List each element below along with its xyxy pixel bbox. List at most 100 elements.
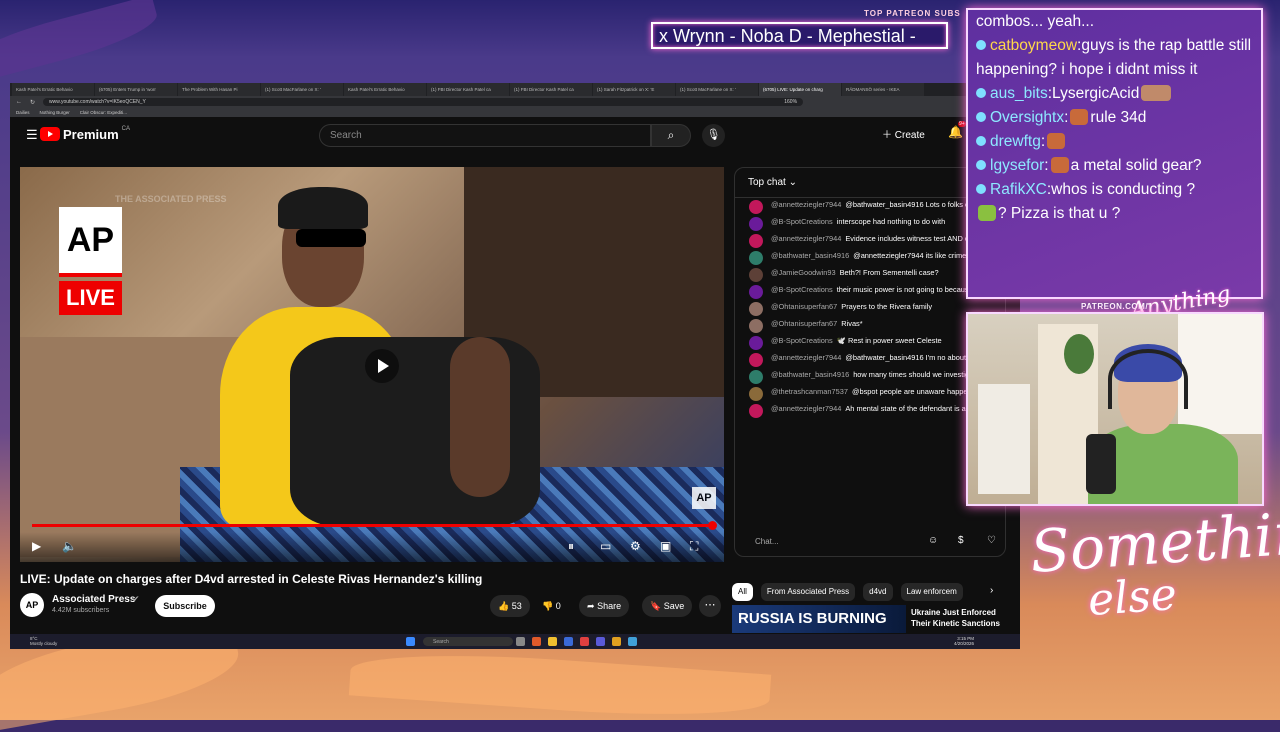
chat-text: Rivas* (841, 319, 863, 328)
chat-author[interactable]: @Ohtanisuperfan67 (771, 319, 837, 328)
reload-icon[interactable]: ↻ (30, 99, 35, 106)
chat-avatar[interactable] (749, 387, 763, 401)
create-button[interactable]: ＋ Create (882, 124, 930, 147)
browser-tab[interactable]: (1) Sarah Fitzpatrick on X: 'E (593, 83, 675, 96)
chat-avatar[interactable] (749, 370, 763, 384)
browser-tab[interactable]: (1) Scott MacFarlane on X: ' (676, 83, 758, 96)
chat-avatar[interactable] (749, 200, 763, 214)
chat-avatar[interactable] (749, 302, 763, 316)
pause-icon[interactable]: ⏸ (568, 539, 574, 554)
filter-chip[interactable]: All (732, 583, 753, 601)
chat-input[interactable]: Chat... (745, 533, 925, 551)
video-player[interactable]: THE ASSOCIATED PRESS AP LIVE AP ▶ 🔈 ⏸ ▭ … (20, 167, 724, 562)
browser-tab[interactable]: Kash Patel's Erratic Behavio (12, 83, 94, 96)
chevron-right-icon[interactable]: › (990, 585, 993, 596)
filter-chip[interactable]: From Associated Press (760, 583, 856, 601)
search-button[interactable]: ⌕ (651, 124, 691, 147)
progress-scrubber[interactable] (708, 521, 717, 530)
bookmark-item[interactable]: Clair Obscur: Expediti... (80, 110, 127, 115)
bell-icon[interactable]: 🔔 (948, 125, 963, 139)
browser-tab[interactable]: (6705) LIVE: Update on charg (759, 83, 841, 96)
app-icon[interactable] (564, 637, 573, 646)
play-icon[interactable]: ▶ (32, 539, 41, 553)
mic-button[interactable]: 🎙 (702, 124, 725, 147)
channel-avatar[interactable]: AP (20, 593, 44, 617)
chat-author[interactable]: @JamieGoodwin93 (771, 268, 836, 277)
chat-avatar[interactable] (749, 251, 763, 265)
chat-avatar[interactable] (749, 353, 763, 367)
chat-avatar[interactable] (749, 285, 763, 299)
chat-mode-dropdown[interactable]: Top chat ⌄ (735, 168, 1005, 198)
chat-avatar[interactable] (749, 319, 763, 333)
share-button[interactable]: ➦ Share (579, 595, 630, 617)
channel-name[interactable]: Associated Press (52, 594, 135, 605)
chat-avatar[interactable] (749, 234, 763, 248)
chat-author[interactable]: @bathwater_basin4916 (771, 251, 849, 260)
chat-author[interactable]: @thetrashcanman7537 (771, 387, 848, 396)
play-overlay-icon[interactable] (365, 349, 399, 383)
app-icon[interactable] (532, 637, 541, 646)
search-input[interactable]: Search (319, 124, 651, 147)
more-options-button[interactable]: ⋯ (699, 595, 721, 617)
app-icon[interactable] (628, 637, 637, 646)
recommended-thumbnail[interactable]: RUSSIA IS BURNING (732, 605, 906, 633)
browser-tab[interactable]: (1) Scott MacFarlane on X: ' (261, 83, 343, 96)
youtube-play-icon (40, 127, 60, 141)
miniplayer-icon[interactable]: ▣ (660, 539, 671, 553)
back-icon[interactable]: ← (16, 99, 22, 105)
youtube-logo[interactable]: Premium CA (40, 126, 130, 142)
like-button[interactable]: 👍 53 (490, 595, 530, 617)
chat-avatar[interactable] (749, 336, 763, 350)
chat-author[interactable]: @B-SpotCreations (771, 285, 833, 294)
zoom-level[interactable]: 160% (784, 99, 797, 105)
subscribe-button[interactable]: Subscribe (155, 595, 215, 617)
browser-tab[interactable]: RÄDMANSÖ series - IKEA (842, 83, 924, 96)
stream-chat-text: a metal solid gear? (1070, 157, 1202, 174)
chat-author[interactable]: @Ohtanisuperfan67 (771, 302, 837, 311)
taskbar-search[interactable]: Search (423, 637, 513, 646)
dislike-button[interactable]: 👎 0 (534, 595, 569, 617)
browser-tab[interactable]: (1) FBI Director Kash Patel ca (510, 83, 592, 96)
browser-tab[interactable]: Kash Patel's Erratic Behavio (344, 83, 426, 96)
thumbs-up-icon: 👍 (498, 601, 510, 611)
settings-icon[interactable]: ⚙ (630, 539, 641, 553)
captions-icon[interactable]: ▭ (600, 539, 611, 553)
chat-author[interactable]: @annetteziegler7944 (771, 353, 841, 362)
folder-icon[interactable] (548, 637, 557, 646)
chat-author[interactable]: @B-SpotCreations (771, 336, 833, 345)
chat-author[interactable]: @annetteziegler7944 (771, 404, 841, 413)
youtube-header: ☰ Premium CA Search ⌕ 🎙 ＋ Create 🔔 9+ (10, 117, 1020, 151)
recommended-title[interactable]: Ukraine Just Enforced Their Kinetic Sanc… (911, 607, 1011, 629)
task-view-icon[interactable] (516, 637, 525, 646)
chat-author[interactable]: @annetteziegler7944 (771, 234, 841, 243)
chat-avatar[interactable] (749, 217, 763, 231)
chat-avatar[interactable] (749, 268, 763, 282)
filter-chip[interactable]: d4vd (863, 583, 893, 601)
chat-author[interactable]: @annetteziegler7944 (771, 200, 841, 209)
filter-chip[interactable]: Law enforcem (900, 583, 963, 601)
bookmark-item[interactable]: Dailies (16, 110, 30, 115)
heart-icon[interactable]: ♡ (987, 535, 996, 546)
app-icon[interactable] (580, 637, 589, 646)
chat-author[interactable]: @B-SpotCreations (771, 217, 833, 226)
address-bar[interactable]: www.youtube.com/watch?v=IK5eoQCEN_Y 160% (43, 98, 804, 106)
browser-tab[interactable]: The Problem With Hasan Pi (178, 83, 260, 96)
progress-bar[interactable] (32, 524, 712, 527)
chat-author[interactable]: @bathwater_basin4916 (771, 370, 849, 379)
weather-widget[interactable]: 8°C Mostly cloudy (30, 636, 57, 646)
volume-icon[interactable]: 🔈 (62, 539, 77, 553)
save-button[interactable]: 🔖 Save (642, 595, 693, 617)
taskbar-clock[interactable]: 3:15 PM 4/20/2026 (954, 636, 974, 646)
menu-icon[interactable]: ☰ (26, 127, 38, 143)
browser-tab[interactable]: (6705) Enters Trump in 'worr (95, 83, 177, 96)
start-icon[interactable] (406, 637, 415, 646)
chrome-icon[interactable] (612, 637, 621, 646)
chat-avatar[interactable] (749, 404, 763, 418)
super-chat-icon[interactable]: $ (958, 535, 964, 546)
discord-icon[interactable] (596, 637, 605, 646)
thumbs-down-icon: 👎 (542, 601, 554, 611)
browser-tab[interactable]: (1) FBI Director Kash Patel ca (427, 83, 509, 96)
emoji-icon[interactable]: ☺ (928, 535, 938, 546)
fullscreen-icon[interactable]: ⛶ (690, 539, 698, 554)
bookmark-item[interactable]: Nothing Burger (40, 110, 70, 115)
